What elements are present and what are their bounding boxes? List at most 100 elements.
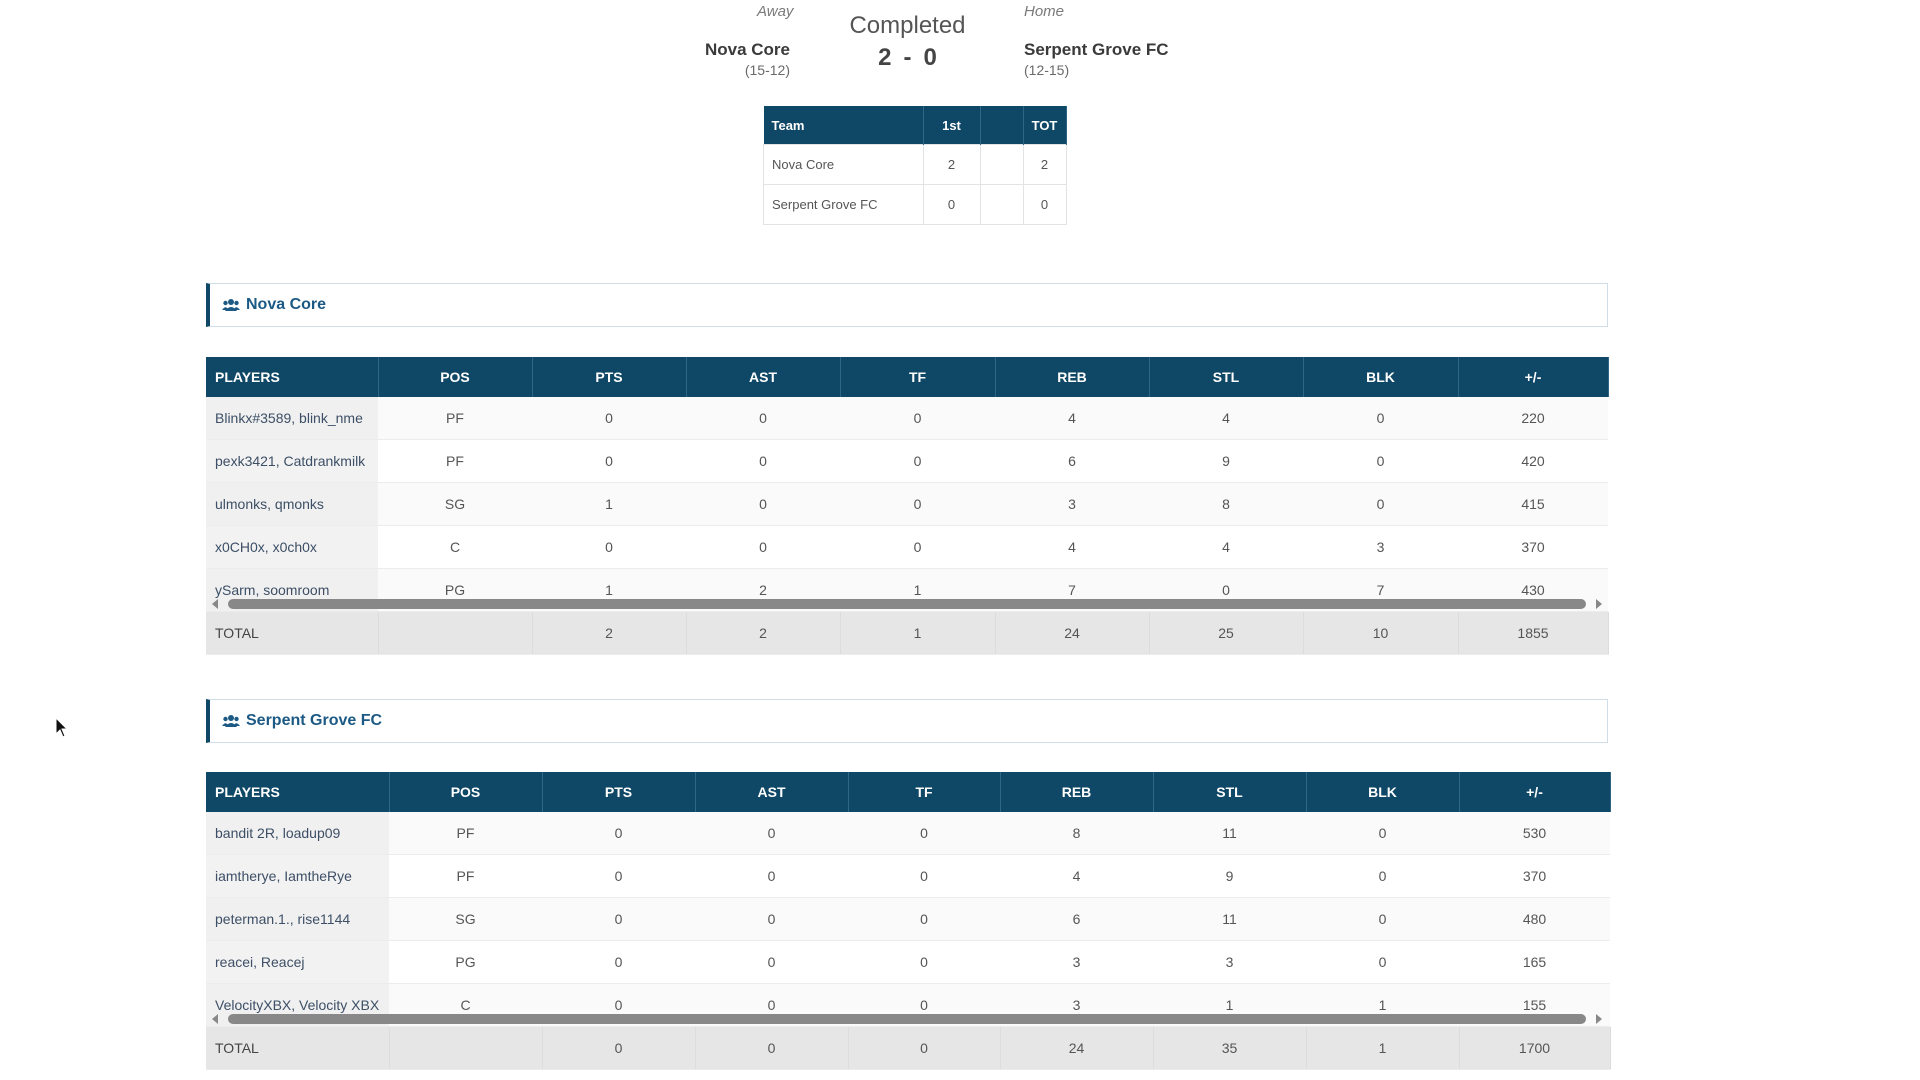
stat-pts: 0 xyxy=(532,525,686,569)
score-separator: - xyxy=(903,44,912,71)
col-header-players[interactable]: PLAYERS xyxy=(206,357,379,397)
users-icon xyxy=(222,299,240,311)
col-header-players[interactable]: PLAYERS xyxy=(206,772,390,812)
line-score-q1: 0 xyxy=(922,184,981,225)
team-section-title: Serpent Grove FC xyxy=(246,712,383,729)
horizontal-scrollbar[interactable] xyxy=(206,596,1608,612)
box-score-total-table: TOTAL 0 0 0 24 35 1 1700 xyxy=(206,1027,1611,1070)
table-row: pexk3421, Catdrankmilk PF 0 0 0 6 9 0 42… xyxy=(206,439,1608,483)
stat-blk: 0 xyxy=(1306,854,1459,898)
scroll-right-icon[interactable] xyxy=(1596,1014,1602,1024)
total-pts: 0 xyxy=(542,1027,696,1070)
col-header-pts[interactable]: PTS xyxy=(542,772,696,812)
player-name[interactable]: bandit 2R, loadup09 xyxy=(206,812,389,855)
stat-pos: PF xyxy=(389,854,542,898)
line-score-row: Serpent Grove FC 0 0 xyxy=(763,184,1067,225)
table-row: peterman.1., rise1144 SG 0 0 0 6 11 0 48… xyxy=(206,897,1610,941)
horizontal-scrollbar[interactable] xyxy=(206,1011,1608,1027)
box-score-table: PLAYERS POS PTS AST TF REB STL BLK +/- b… xyxy=(206,772,1611,1027)
line-score-q2 xyxy=(979,144,1024,185)
stat-tf: 0 xyxy=(840,482,995,526)
stat-reb: 6 xyxy=(995,439,1149,483)
stat-ast: 0 xyxy=(686,397,840,440)
player-name[interactable]: pexk3421, Catdrankmilk xyxy=(206,439,378,483)
col-header-reb[interactable]: REB xyxy=(1000,772,1154,812)
col-header-pos[interactable]: POS xyxy=(378,357,533,397)
stat-plus-minus: 530 xyxy=(1459,812,1610,855)
col-header-pts[interactable]: PTS xyxy=(532,357,687,397)
col-header-tf[interactable]: TF xyxy=(848,772,1001,812)
line-score-header-tot: TOT xyxy=(1023,106,1067,145)
stat-ast: 0 xyxy=(695,897,848,941)
col-header-pos[interactable]: POS xyxy=(389,772,543,812)
stat-stl: 4 xyxy=(1149,525,1303,569)
scrollbar-thumb[interactable] xyxy=(228,599,1586,609)
player-name[interactable]: iamtherye, IamtheRye xyxy=(206,854,389,898)
stat-blk: 0 xyxy=(1303,439,1458,483)
total-row: TOTAL 0 0 0 24 35 1 1700 xyxy=(206,1027,1611,1070)
line-score-team: Serpent Grove FC xyxy=(763,184,924,225)
scroll-left-icon[interactable] xyxy=(212,1014,218,1024)
game-status: Completed xyxy=(849,12,966,39)
stat-reb: 4 xyxy=(995,397,1149,440)
total-ast: 0 xyxy=(695,1027,849,1070)
player-name[interactable]: reacei, Reacej xyxy=(206,940,389,984)
stat-stl: 9 xyxy=(1149,439,1303,483)
away-label: Away xyxy=(757,3,794,20)
stat-reb: 8 xyxy=(1000,812,1153,855)
col-header-ast[interactable]: AST xyxy=(686,357,841,397)
total-pts: 2 xyxy=(532,612,687,655)
player-name[interactable]: peterman.1., rise1144 xyxy=(206,897,389,941)
col-header-plus-minus[interactable]: +/- xyxy=(1459,772,1611,812)
line-score-q1: 2 xyxy=(922,144,981,185)
stat-reb: 4 xyxy=(995,525,1149,569)
scroll-right-icon[interactable] xyxy=(1596,599,1602,609)
col-header-stl[interactable]: STL xyxy=(1153,772,1307,812)
total-tf: 1 xyxy=(840,612,996,655)
player-name[interactable]: ulmonks, qmonks xyxy=(206,482,378,526)
col-header-blk[interactable]: BLK xyxy=(1306,772,1460,812)
player-name[interactable]: x0CH0x, x0ch0x xyxy=(206,525,378,569)
col-header-ast[interactable]: AST xyxy=(695,772,849,812)
player-name[interactable]: Blinkx#3589, blink_nme xyxy=(206,397,378,440)
stat-pts: 1 xyxy=(532,482,686,526)
stat-tf: 0 xyxy=(840,397,995,440)
stat-plus-minus: 480 xyxy=(1459,897,1610,941)
stat-pts: 0 xyxy=(542,940,695,984)
scroll-left-icon[interactable] xyxy=(212,599,218,609)
stat-tf: 0 xyxy=(848,812,1000,855)
stat-stl: 4 xyxy=(1149,397,1303,440)
total-blk: 10 xyxy=(1303,612,1459,655)
stat-ast: 0 xyxy=(686,525,840,569)
col-header-reb[interactable]: REB xyxy=(995,357,1150,397)
total-row: TOTAL 2 2 1 24 25 10 1855 xyxy=(206,612,1609,655)
stat-plus-minus: 370 xyxy=(1459,854,1610,898)
scrollbar-thumb[interactable] xyxy=(228,1014,1586,1024)
stat-pos: PG xyxy=(389,940,542,984)
col-header-plus-minus[interactable]: +/- xyxy=(1458,357,1609,397)
home-team-record: (12-15) xyxy=(1024,62,1070,78)
away-team-record: (15-12) xyxy=(744,62,790,78)
stat-plus-minus: 370 xyxy=(1458,525,1608,569)
stat-pts: 0 xyxy=(542,812,695,855)
users-icon xyxy=(222,715,240,727)
total-stl: 35 xyxy=(1153,1027,1307,1070)
line-score-tot: 0 xyxy=(1022,184,1067,225)
team-section-title: Nova Core xyxy=(246,296,327,313)
stat-tf: 0 xyxy=(840,525,995,569)
stat-pts: 0 xyxy=(542,897,695,941)
col-header-stl[interactable]: STL xyxy=(1149,357,1304,397)
total-tf: 0 xyxy=(848,1027,1001,1070)
stat-ast: 0 xyxy=(686,482,840,526)
col-header-tf[interactable]: TF xyxy=(840,357,996,397)
line-score-q2 xyxy=(979,184,1024,225)
home-team-name[interactable]: Serpent Grove FC xyxy=(1024,40,1169,60)
col-header-blk[interactable]: BLK xyxy=(1303,357,1459,397)
away-team-name[interactable]: Nova Core xyxy=(705,40,790,60)
box-score-table: PLAYERS POS PTS AST TF REB STL BLK +/- B… xyxy=(206,357,1609,612)
stat-blk: 0 xyxy=(1306,812,1459,855)
stat-stl: 11 xyxy=(1153,897,1306,941)
line-score-table: Team 1st TOT Nova Core 2 2 Serpent Grove… xyxy=(763,106,1067,225)
table-row: bandit 2R, loadup09 PF 0 0 0 8 11 0 530 xyxy=(206,812,1610,855)
stat-tf: 0 xyxy=(848,940,1000,984)
